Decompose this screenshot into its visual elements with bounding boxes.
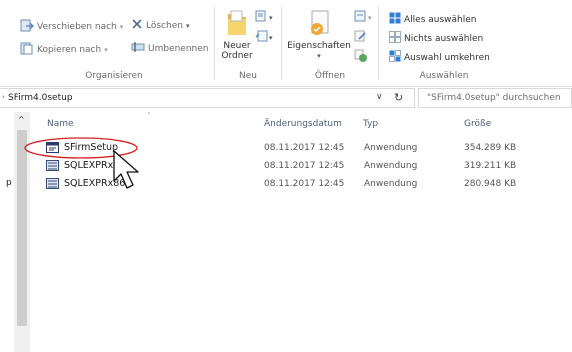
file-date: 08.11.2017 12:45: [264, 161, 345, 171]
folder-icon: [224, 10, 250, 41]
select-none-icon: [389, 31, 401, 46]
new-folder-button[interactable]: Neuer Ordner: [217, 8, 257, 61]
column-header-type[interactable]: Typ: [363, 119, 378, 129]
copy-to-icon: [20, 41, 34, 58]
edit-button[interactable]: [354, 30, 368, 45]
group-label-new: Neu: [239, 71, 257, 81]
easy-access-button[interactable]: ▾: [255, 30, 273, 45]
move-to-button[interactable]: Verschieben nach ▾: [20, 18, 123, 35]
file-date: 08.11.2017 12:45: [264, 179, 345, 189]
column-header-date[interactable]: Änderungsdatum: [264, 119, 342, 129]
delete-x-icon: [131, 18, 143, 33]
file-name: SFirmSetup: [64, 142, 119, 153]
select-all-icon: [389, 12, 401, 27]
file-row[interactable]: SQLEXPRx64 08.11.2017 12:45 Anwendung 31…: [42, 157, 562, 175]
select-all-button[interactable]: Alles auswählen: [389, 12, 476, 27]
new-item-icon: [255, 10, 269, 25]
setup-app-icon: [46, 160, 59, 175]
address-path[interactable]: SFirm4.0setup: [8, 93, 73, 103]
file-name: SQLEXPRx86: [64, 178, 126, 189]
invert-selection-icon: [389, 50, 401, 65]
chevron-down-icon: ▾: [185, 21, 190, 30]
chevron-down-icon: ▾: [368, 13, 372, 22]
move-to-icon: [20, 18, 34, 35]
edit-icon: [354, 30, 368, 45]
navigation-pane[interactable]: p: [0, 112, 15, 352]
properties-icon: [306, 10, 332, 41]
sort-up-icon: ˄: [147, 112, 151, 120]
rename-button[interactable]: Umbenennen: [131, 41, 209, 56]
group-label-open: Öffnen: [314, 71, 346, 81]
invert-selection-button[interactable]: Auswahl umkehren: [389, 50, 490, 65]
address-bar[interactable]: › SFirm4.0setup ∨ ↻: [0, 88, 415, 108]
file-type: Anwendung: [364, 143, 418, 153]
file-size: 354.289 KB: [464, 143, 517, 153]
select-none-button[interactable]: Nichts auswählen: [389, 31, 483, 46]
group-open: Eigenschaften ▾ ▾ Öffnen: [282, 0, 378, 86]
group-label-organize: Organisieren: [85, 71, 143, 81]
properties-button[interactable]: Eigenschaften ▾: [286, 8, 352, 61]
rename-icon: [131, 41, 145, 56]
file-type: Anwendung: [364, 179, 418, 189]
column-header-size[interactable]: Größe: [464, 119, 491, 129]
file-row[interactable]: SQLEXPRx86 08.11.2017 12:45 Anwendung 28…: [42, 175, 562, 193]
chevron-down-icon: ▾: [317, 52, 321, 60]
refresh-icon[interactable]: ↻: [394, 91, 403, 104]
group-select: Alles auswählen Nichts auswählen Auswahl…: [379, 0, 509, 86]
file-size: 280.948 KB: [464, 179, 517, 189]
group-organize: Verschieben nach ▾ Löschen ▾ Kopieren na…: [14, 0, 214, 86]
setup-app-icon: [46, 178, 59, 193]
history-button[interactable]: [354, 49, 368, 65]
search-placeholder: "SFirm4.0setup" durchsuchen: [427, 93, 561, 103]
address-dropdown-icon[interactable]: ∨: [376, 92, 383, 102]
copy-to-button[interactable]: Kopieren nach ▾: [20, 41, 108, 58]
open-button[interactable]: ▾: [354, 10, 372, 25]
address-bar-row: › SFirm4.0setup ∨ ↻ "SFirm4.0setup" durc…: [0, 88, 572, 108]
chevron-right-icon: ›: [2, 93, 5, 101]
file-size: 319.211 KB: [464, 161, 517, 171]
new-item-button[interactable]: ▾: [255, 10, 273, 25]
chevron-down-icon: ▾: [119, 22, 124, 31]
file-name: SQLEXPRx64: [64, 160, 126, 171]
file-date: 08.11.2017 12:45: [264, 143, 345, 153]
nav-pane-fragment: p: [6, 178, 12, 188]
group-label-select: Auswählen: [419, 71, 469, 81]
easy-access-icon: [255, 30, 269, 45]
chevron-down-icon: ▾: [269, 33, 273, 42]
file-type: Anwendung: [364, 161, 418, 171]
installer-app-icon: [46, 142, 59, 157]
history-icon: [354, 49, 368, 65]
group-new: Neuer Ordner ▾ ▾ Neu: [215, 0, 281, 86]
search-input[interactable]: "SFirm4.0setup" durchsuchen: [418, 88, 572, 108]
nav-scrollbar[interactable]: ^: [14, 112, 30, 352]
open-icon: [354, 10, 368, 25]
ribbon: Verschieben nach ▾ Löschen ▾ Kopieren na…: [0, 0, 572, 87]
file-row[interactable]: SFirmSetup 08.11.2017 12:45 Anwendung 35…: [42, 139, 562, 157]
scroll-up-arrow[interactable]: ^: [18, 115, 25, 124]
chevron-down-icon: ▾: [104, 45, 108, 54]
chevron-down-icon: ▾: [269, 13, 273, 22]
scrollbar-thumb[interactable]: [17, 130, 27, 326]
column-header-name[interactable]: Name: [47, 119, 74, 129]
delete-button[interactable]: Löschen ▾: [131, 18, 189, 33]
